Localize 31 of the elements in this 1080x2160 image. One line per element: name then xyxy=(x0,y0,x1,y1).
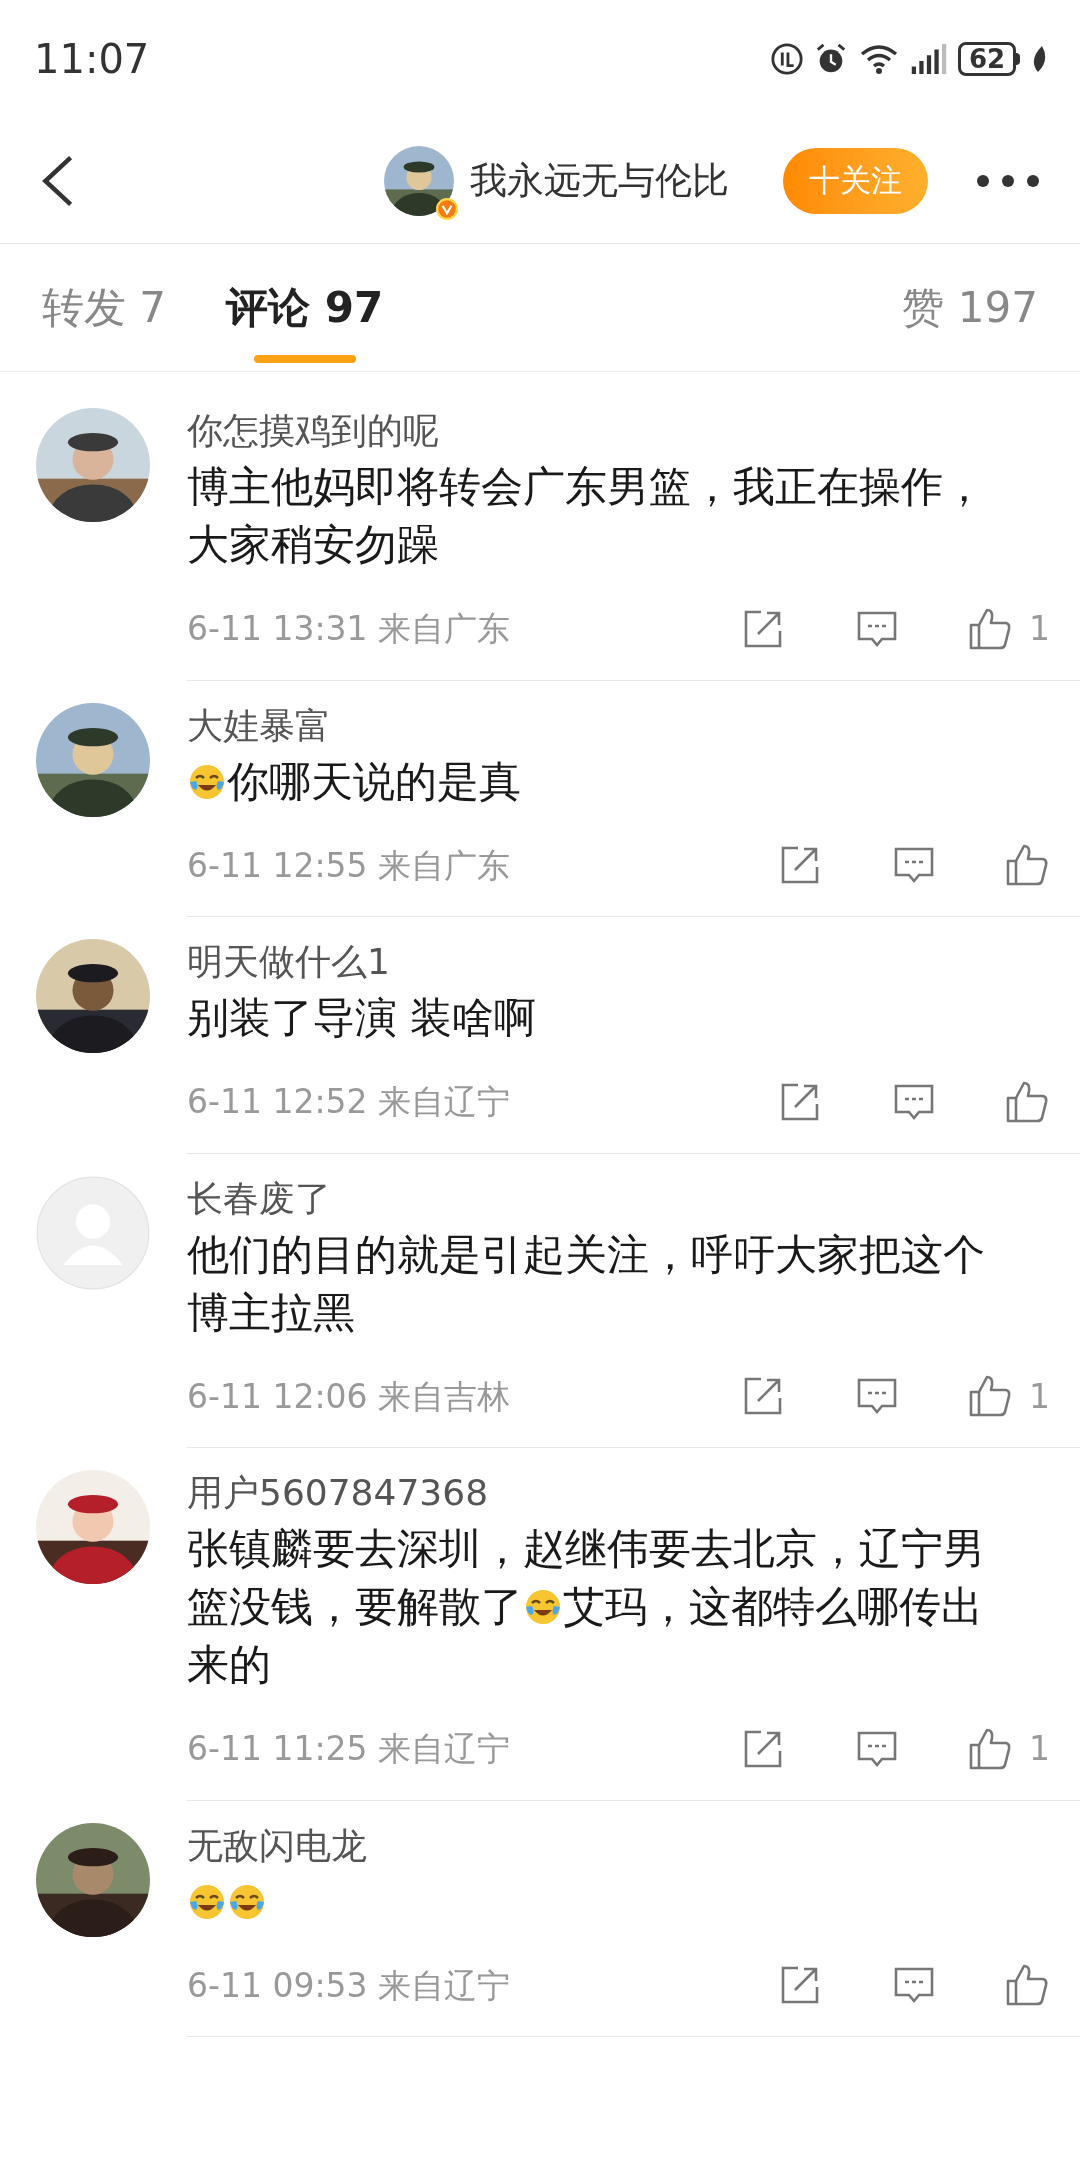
like-count: 1 xyxy=(1029,608,1050,650)
commenter-name[interactable]: 无敌闪电龙 xyxy=(187,1822,1080,1869)
comment-text: 他们的目的就是引起关注，呼吁大家把这个博主拉黑 xyxy=(187,1228,986,1339)
commenter-name[interactable]: 用户5607847368 xyxy=(187,1470,1080,1516)
tab[interactable]: 评论 97 xyxy=(226,244,384,371)
comment-meta: 6-11 11:25 来自辽宁 xyxy=(187,1728,510,1770)
comment-text: 你哪天说的是真 xyxy=(187,752,1080,811)
tab[interactable]: 赞 197 xyxy=(902,244,1038,371)
commenter-name[interactable]: 明天做什么1 xyxy=(187,939,1080,985)
comment-meta: 6-11 12:55 来自广东 xyxy=(187,844,510,887)
comment-text: 别装了导演 装啥啊 xyxy=(187,992,538,1044)
comment-text: 张镇麟要去深圳，赵继伟要去北京，辽宁男篮没钱，要解散了 艾玛，这都特么哪传出来的 xyxy=(187,1523,986,1691)
comment-meta: 6-11 13:31 来自广东 xyxy=(187,608,510,650)
laughing-face-icon xyxy=(523,1587,563,1627)
data-saver-icon xyxy=(770,42,804,76)
commenter-name[interactable]: 你怎摸鸡到的呢 xyxy=(187,408,1080,454)
comment-meta: 6-11 09:53 来自辽宁 xyxy=(187,1964,510,2007)
commenter-name[interactable]: 长春废了 xyxy=(187,1175,1080,1222)
tab[interactable]: 转发 7 xyxy=(42,244,167,371)
default-avatar-icon xyxy=(36,1175,150,1290)
comment-meta: 6-11 12:06 来自吉林 xyxy=(187,1375,510,1418)
commenter-name[interactable]: 大娃暴富 xyxy=(187,702,1080,749)
wifi-icon xyxy=(858,43,900,75)
comment-meta: 6-11 12:52 来自辽宁 xyxy=(187,1081,510,1123)
signal-icon xyxy=(910,42,948,76)
like-count: 1 xyxy=(1029,1728,1050,1770)
comment-text: 博主他妈即将转会广东男篮，我正在操作，大家稍安勿躁 xyxy=(187,461,986,571)
status-time: 11:07 xyxy=(34,35,150,84)
more-icon[interactable] xyxy=(976,173,1040,188)
user-name[interactable]: 我永远无与伦比 xyxy=(470,152,729,209)
like-count: 1 xyxy=(1029,1375,1050,1418)
